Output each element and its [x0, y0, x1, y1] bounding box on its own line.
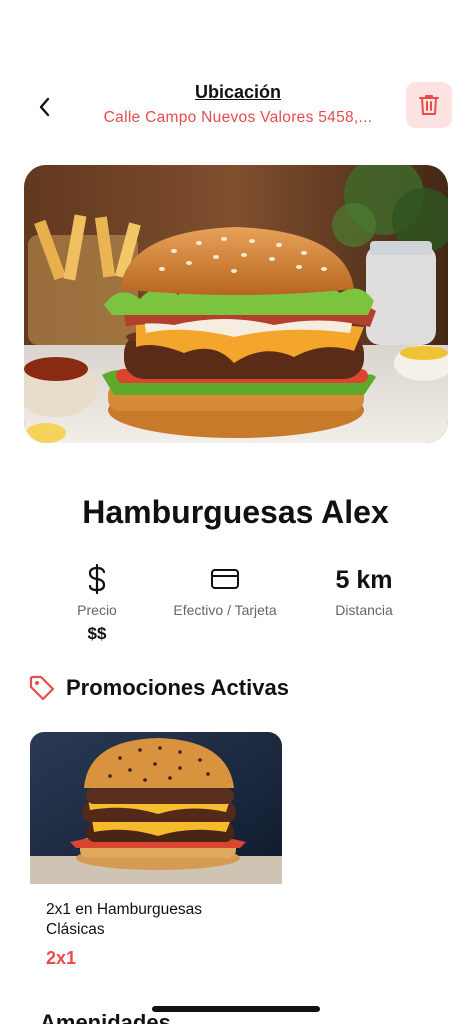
location-selector[interactable]: Ubicación Calle Campo Nuevos Valores 545… [80, 82, 396, 127]
promotion-image [30, 732, 282, 884]
restaurant-hero-image [24, 165, 448, 443]
home-indicator[interactable] [152, 1006, 320, 1012]
dollar-icon [88, 563, 106, 595]
header: Ubicación Calle Campo Nuevos Valores 545… [0, 78, 471, 138]
payment-stat: Efectivo / Tarjeta [155, 562, 295, 618]
distance-stat: 5 km Distancia [294, 562, 434, 618]
distance-value: 5 km [335, 566, 393, 594]
credit-card-icon [211, 569, 239, 589]
promotions-title: Promociones Activas [66, 675, 289, 700]
promotion-name: 2x1 en Hamburguesas Clásicas [46, 901, 202, 938]
restaurant-stats: Precio $$ Efectivo / Tarjeta 5 km Distan… [0, 562, 471, 652]
restaurant-name: Hamburguesas Alex [82, 494, 389, 530]
distance-label: Distancia [335, 602, 393, 618]
price-label: Precio [77, 602, 117, 618]
promotion-card[interactable]: 2x1 en Hamburguesas Clásicas 2x1 [30, 732, 282, 982]
location-address: Calle Campo Nuevos Valores 5458,... [103, 109, 373, 126]
payment-label: Efectivo / Tarjeta [173, 602, 277, 618]
chevron-left-icon [39, 97, 50, 117]
delete-button[interactable] [406, 82, 452, 128]
promotions-header: Promociones Activas [28, 674, 289, 702]
location-title: Ubicación [194, 82, 282, 102]
trash-icon [419, 95, 439, 115]
back-button[interactable] [30, 92, 60, 122]
amenities-title: Amenidades [40, 1010, 171, 1024]
promotion-badge: 2x1 [46, 948, 77, 968]
tag-icon [29, 675, 55, 701]
price-stat: Precio $$ [27, 562, 167, 644]
price-value: $$ [87, 624, 107, 643]
